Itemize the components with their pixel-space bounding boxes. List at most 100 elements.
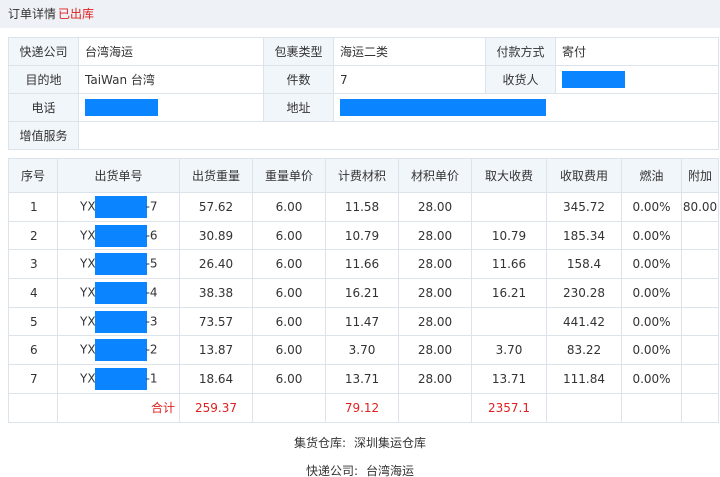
row-fuel: 0.00% (621, 335, 682, 366)
total-volume: 79.12 (325, 392, 399, 423)
row-waybill: YX -2 (57, 335, 180, 366)
phone-label: 电话 (8, 93, 79, 122)
waybill-suffix: -6 (145, 228, 158, 243)
payment-method-label: 付款方式 (485, 37, 556, 66)
waybill-suffix: -5 (145, 256, 158, 271)
row-volume-price: 28.00 (398, 192, 472, 222)
table-row: 7 YX -1 18.64 6.00 13.71 28.00 13.71 111.84 0.00% (8, 364, 719, 394)
page-title: 订单详情 (8, 7, 57, 21)
destination-label: 目的地 (8, 65, 79, 94)
row-fee: 185.34 (546, 220, 622, 251)
value-added-service-label: 增值服务 (8, 121, 79, 150)
row-fee: 158.4 (546, 249, 622, 280)
total-empty-cell (252, 392, 326, 423)
waybill-suffix: -3 (145, 314, 158, 329)
row-weight-price: 6.00 (252, 364, 326, 394)
row-index: 1 (8, 192, 58, 222)
row-weight: 30.89 (179, 220, 253, 251)
address-label: 地址 (263, 93, 334, 122)
value-added-service-value (78, 121, 719, 150)
waybill-prefix: YX (80, 199, 96, 214)
row-index: 3 (8, 249, 58, 280)
row-waybill: YX -1 (57, 364, 180, 394)
row-waybill: YX -5 (57, 249, 180, 280)
row-weight-price: 6.00 (252, 278, 326, 308)
col-header-billed-volume: 计费材积 (325, 158, 399, 193)
row-billed-volume: 16.21 (325, 278, 399, 308)
table-header-row: 序号 出货单号 出货重量 重量单价 计费材积 材积单价 取大收费 收取费用 燃油… (8, 158, 719, 193)
row-waybill: YX -4 (57, 278, 180, 308)
row-volume-price: 28.00 (398, 364, 472, 394)
row-weight-price: 6.00 (252, 192, 326, 222)
col-header-waybill: 出货单号 (57, 158, 180, 193)
waybill-redaction (94, 310, 147, 333)
package-type-label: 包裹类型 (263, 37, 334, 66)
row-fee: 111.84 (546, 364, 622, 394)
waybill-prefix: YX (80, 256, 96, 271)
receiver-label: 收货人 (485, 65, 556, 94)
row-fuel: 0.00% (621, 278, 682, 308)
row-extra (681, 249, 719, 280)
phone-redaction (85, 99, 158, 116)
order-info-table: 快递公司 台湾海运 包裹类型 海运二类 付款方式 寄付 目的地 TaiWan 台… (8, 37, 719, 150)
row-max-charge: 16.21 (471, 278, 547, 308)
total-empty-cell (546, 392, 622, 423)
table-row: 6 YX -2 13.87 6.00 3.70 28.00 3.70 83.22 0.00% (8, 335, 719, 366)
row-billed-volume: 11.47 (325, 306, 399, 337)
row-extra (681, 306, 719, 337)
row-extra (681, 364, 719, 394)
row-weight: 26.40 (179, 249, 253, 280)
page-title-bar: 订单详情 已出库 (0, 0, 720, 28)
piece-count-value: 7 (333, 65, 486, 94)
row-weight-price: 6.00 (252, 306, 326, 337)
row-waybill: YX -3 (57, 306, 180, 337)
row-index: 7 (8, 364, 58, 394)
payment-method-value: 寄付 (555, 37, 719, 66)
row-index: 4 (8, 278, 58, 308)
row-billed-volume: 13.71 (325, 364, 399, 394)
order-status-badge: 已出库 (58, 7, 95, 21)
piece-count-label: 件数 (263, 65, 334, 94)
receiver-value (555, 65, 719, 94)
col-header-fee: 收取费用 (546, 158, 622, 193)
address-value (333, 93, 719, 122)
waybill-prefix: YX (80, 285, 96, 300)
col-header-volume-price: 材积单价 (398, 158, 472, 193)
row-extra (681, 278, 719, 308)
table-row: 3 YX -5 26.40 6.00 11.66 28.00 11.66 158.4 0.00% (8, 249, 719, 280)
waybill-suffix: -4 (145, 285, 158, 300)
row-weight-price: 6.00 (252, 220, 326, 251)
total-label: 合计 (57, 392, 180, 423)
row-extra: 80.00 (681, 192, 719, 222)
waybill-redaction (94, 195, 147, 218)
row-billed-volume: 10.79 (325, 220, 399, 251)
waybill-prefix: YX (80, 228, 96, 243)
col-header-extra: 附加 (681, 158, 719, 193)
row-volume-price: 28.00 (398, 220, 472, 251)
row-fuel: 0.00% (621, 306, 682, 337)
waybill-suffix: -2 (145, 342, 158, 357)
row-volume-price: 28.00 (398, 306, 472, 337)
total-weight: 259.37 (179, 392, 253, 423)
shipment-items-table: 序号 出货单号 出货重量 重量单价 计费材积 材积单价 取大收费 收取费用 燃油… (8, 158, 719, 423)
row-weight: 13.87 (179, 335, 253, 366)
row-fee: 83.22 (546, 335, 622, 366)
footer-courier-label: 快递公司: (305, 464, 359, 477)
col-header-weight-price: 重量单价 (252, 158, 326, 193)
waybill-redaction (94, 367, 147, 390)
row-fee: 345.72 (546, 192, 622, 222)
waybill-prefix: YX (80, 371, 96, 386)
row-max-charge: 10.79 (471, 220, 547, 251)
waybill-redaction (94, 224, 147, 247)
row-volume-price: 28.00 (398, 278, 472, 308)
footer-warehouse: 集货仓库: 深圳集运仓库 (0, 434, 720, 451)
row-max-charge (471, 192, 547, 222)
row-fuel: 0.00% (621, 364, 682, 394)
warehouse-value: 深圳集运仓库 (354, 436, 427, 450)
table-row: 4 YX -4 38.38 6.00 16.21 28.00 16.21 230.28 0.00% (8, 278, 719, 308)
row-waybill: YX -7 (57, 192, 180, 222)
table-row: 1 YX -7 57.62 6.00 11.58 28.00 345.72 0.00% 80.00 (8, 192, 719, 222)
row-weight: 38.38 (179, 278, 253, 308)
row-index: 5 (8, 306, 58, 337)
row-weight-price: 6.00 (252, 335, 326, 366)
